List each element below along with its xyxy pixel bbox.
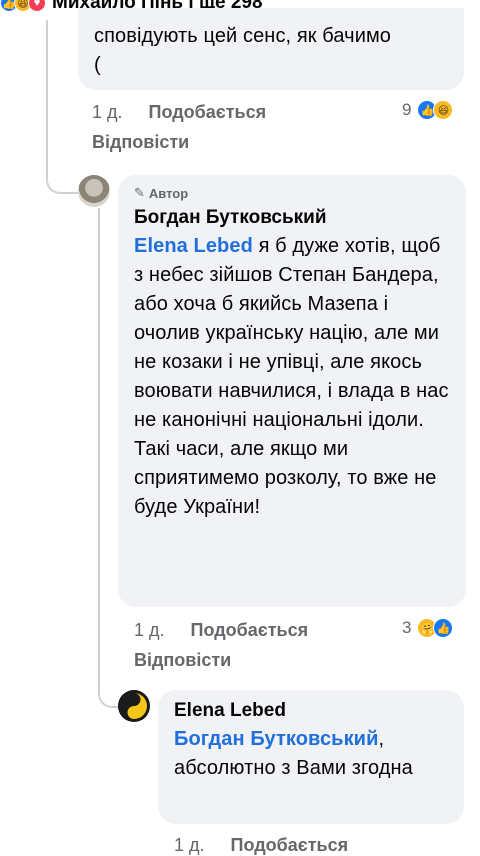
comment-time[interactable]: 1 д.	[134, 620, 165, 640]
comment-text: Elena Lebed я б дуже хотів, щоб з небес …	[134, 232, 452, 522]
comment-time[interactable]: 1 д.	[92, 102, 123, 122]
like-button[interactable]: Подобається	[231, 835, 349, 855]
reaction-count: 3	[402, 618, 412, 637]
comment-meta: 1 д. Подобається	[174, 835, 348, 856]
reply-button[interactable]: Відповісти	[134, 650, 231, 671]
avatar[interactable]	[78, 175, 110, 207]
yin-yang-icon	[119, 691, 149, 721]
comment-author[interactable]: Богдан Бутковський	[134, 207, 450, 229]
haha-icon: 😆	[433, 100, 454, 120]
pencil-icon: ✎	[134, 185, 145, 200]
mention-link[interactable]: Богдан Бутковський	[174, 728, 378, 750]
comment-time[interactable]: 1 д.	[174, 835, 205, 855]
like-icon: 👍	[433, 618, 454, 638]
thread-line	[98, 208, 100, 668]
love-icon: ♥	[28, 0, 46, 12]
comment-body: я б дуже хотів, щоб з небес зійшов Степа…	[134, 235, 449, 518]
comment-punctuation: ,	[378, 728, 385, 750]
reply-button[interactable]: Відповісти	[92, 132, 189, 153]
reaction-count: 9	[402, 100, 412, 119]
mention-link[interactable]: Elena Lebed	[134, 235, 253, 257]
comment-meta: 1 д. Подобається	[92, 102, 266, 123]
comment-text: Богдан Бутковський, абсолютно з Вами зго…	[174, 725, 434, 783]
comment-meta: 1 д. Подобається	[134, 620, 308, 641]
author-badge-label: Автор	[148, 185, 189, 201]
avatar[interactable]	[118, 690, 150, 722]
like-button[interactable]: Подобається	[149, 102, 267, 122]
like-button[interactable]: Подобається	[191, 620, 309, 640]
comment-body: абсолютно з Вами згодна	[174, 757, 413, 779]
thread-line	[46, 20, 48, 160]
comment-reactions[interactable]: 9 👍 😆	[402, 100, 454, 120]
comment-bubble: сповідують цей сенс, як бачимо (	[78, 8, 464, 90]
comment-text: сповідують цей сенс, як бачимо (	[94, 25, 392, 76]
comment-reactions[interactable]: 3 🤗 👍	[402, 618, 454, 638]
author-badge: ✎ Автор	[134, 185, 450, 201]
thread-connector	[46, 150, 78, 194]
comment-bubble: ✎ Автор Богдан Бутковський Elena Lebed я…	[118, 175, 466, 607]
comment-author[interactable]: Elena Lebed	[174, 700, 448, 722]
comment-bubble: Elena Lebed Богдан Бутковський, абсолютн…	[158, 690, 464, 824]
